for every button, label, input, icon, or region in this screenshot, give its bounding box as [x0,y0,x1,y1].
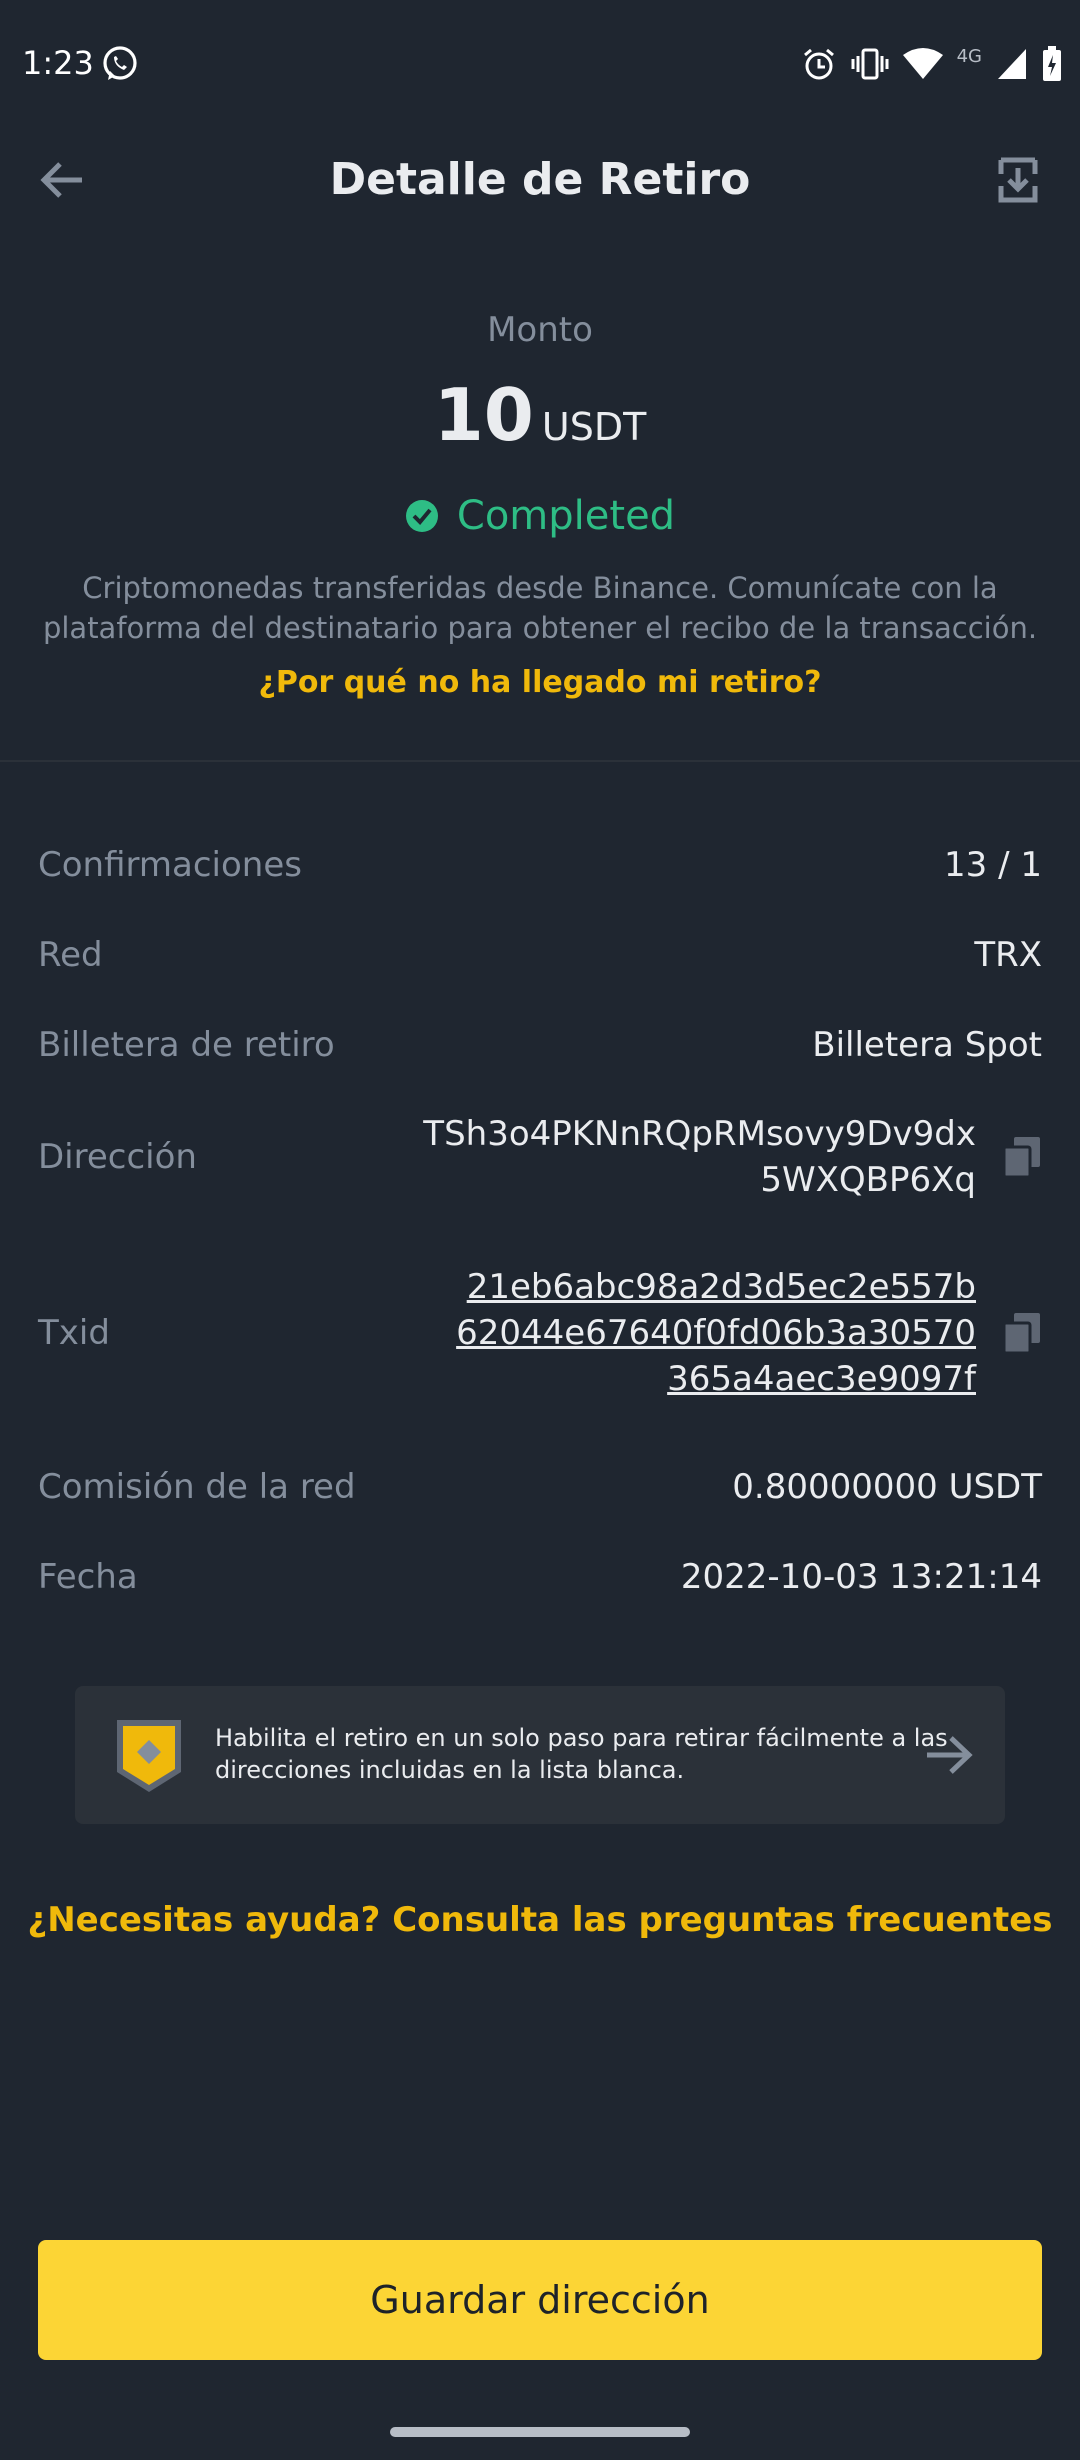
txid-value-wrap: 21eb6abc98a2d3d5ec2e557b62044e67640f0fd0… [456,1264,1042,1402]
row-confirmations: Confirmaciones 13 / 1 [38,820,1042,910]
copy-address-icon[interactable] [1002,1135,1042,1179]
address-value-wrap: TSh3o4PKNnRQpRMsovy9Dv9dx5WXQBP6Xq [416,1111,1042,1203]
home-indicator[interactable] [390,2427,690,2437]
save-image-icon [998,157,1038,203]
fee-label: Comisión de la red [38,1467,356,1507]
network-type: 4G [956,46,982,67]
why-not-arrived-link[interactable]: ¿Por qué no ha llegado mi retiro? [0,660,1080,706]
fee-value: 0.80000000 USDT [732,1467,1042,1507]
banner-text: Habilita el retiro en un solo paso para … [215,1724,948,1784]
status-row: Completed [0,486,1080,546]
address-label: Dirección [38,1137,197,1177]
amount-unit: USDT [541,405,647,449]
battery-icon [1042,46,1062,82]
date-value: 2022-10-03 13:21:14 [680,1557,1042,1597]
status-text: Completed [456,493,676,539]
wallet-value: Billetera Spot [812,1025,1042,1065]
arrow-right-icon [927,1736,973,1774]
amount-row: 10 USDT [0,370,1080,480]
faq-link[interactable]: ¿Necesitas ayuda? Consulta las preguntas… [0,1900,1080,1940]
wallet-label: Billetera de retiro [38,1025,335,1065]
save-address-button[interactable]: Guardar dirección [38,2240,1042,2360]
network-value: TRX [974,935,1042,975]
confirmations-value: 13 / 1 [944,845,1042,885]
confirmations-label: Confirmaciones [38,845,302,885]
amount-section: Monto 10 USDT Completed Criptomonedas tra… [0,300,1080,706]
row-network: Red TRX [38,910,1042,1000]
signal-icon [996,47,1028,81]
status-time: 1:23 [22,44,94,82]
save-image-button[interactable] [986,148,1050,212]
app-header: Detalle de Retiro [0,130,1080,240]
txid-label: Txid [38,1313,110,1353]
copy-txid-icon[interactable] [1002,1311,1042,1355]
description: Criptomonedas transferidas desde Binance… [42,571,1038,645]
row-date: Fecha 2022-10-03 13:21:14 [38,1532,1042,1622]
check-circle-icon [405,500,438,532]
row-fee: Comisión de la red 0.80000000 USDT [38,1442,1042,1532]
date-label: Fecha [38,1557,138,1597]
page-title: Detalle de Retiro [329,154,751,205]
shield-icon [117,1720,181,1792]
vibrate-icon [851,46,889,82]
row-txid: Txid 21eb6abc98a2d3d5ec2e557b62044e67640… [38,1224,1042,1442]
alarm-icon [801,46,837,82]
details-list: Confirmaciones 13 / 1 Red TRX Billetera … [38,820,1042,1622]
divider [0,760,1080,762]
whitelist-banner[interactable]: Habilita el retiro en un solo paso para … [75,1686,1005,1824]
address-value: TSh3o4PKNnRQpRMsovy9Dv9dx5WXQBP6Xq [423,1114,976,1200]
amount-label: Monto [487,310,593,350]
whatsapp-icon [100,44,140,84]
wifi-icon [902,47,943,81]
network-label: Red [38,935,103,975]
row-address: Dirección TSh3o4PKNnRQpRMsovy9Dv9dx5WXQB… [38,1090,1042,1224]
amount-value: 10 [433,373,534,457]
row-wallet: Billetera de retiro Billetera Spot [38,1000,1042,1090]
txid-link[interactable]: 21eb6abc98a2d3d5ec2e557b62044e67640f0fd0… [456,1264,976,1402]
status-bar: 1:23 4G [0,0,1080,130]
